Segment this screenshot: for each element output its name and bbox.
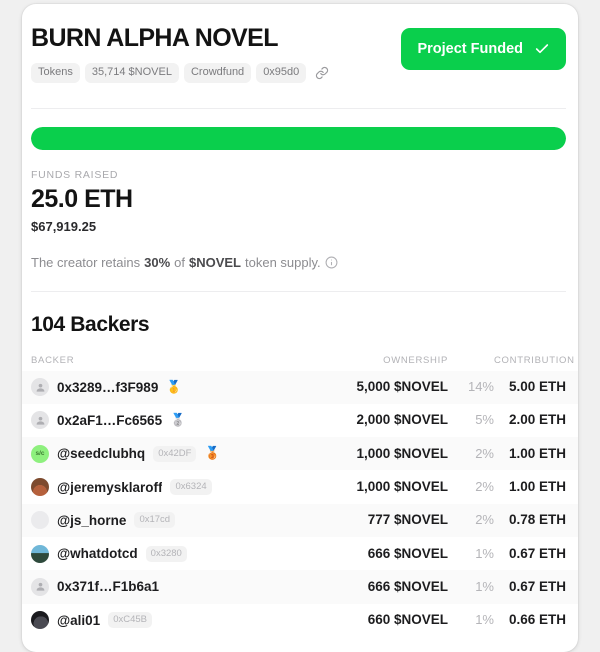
ownership-percent-cell: 1% [475,578,494,594]
contribution-cell: 5.00 ETH [508,379,566,395]
backer-address-chip[interactable]: 0x17cd [134,512,176,529]
ownership-cell: 777 $NOVEL [367,512,448,528]
backer-address-chip[interactable]: 0x3280 [145,545,187,562]
header-left: BURN ALPHA NOVEL Tokens 35,714 $NOVEL Cr… [31,24,329,83]
backer-address-chip[interactable]: 0x42DF [153,445,197,462]
backer-cell: @whatdotcd 0x3280 [22,544,308,563]
backer-address-chip[interactable]: 0xC45B [108,612,153,629]
rank-medal-icon: 🥇 [166,379,182,394]
funds-raised-eth: 25.0 ETH [31,185,133,213]
table-row[interactable]: 0x371f…F1b6a1 666 $NOVEL 1% 0.67 ETH [22,570,578,604]
contribution-cell: 0.67 ETH [508,578,566,594]
retain-prefix: The creator retains [31,254,141,270]
header-divider [31,108,566,109]
ownership-cell: 666 $NOVEL [367,578,448,594]
seedclub-logo-icon[interactable]: s/c [31,444,49,463]
table-row[interactable]: @ali01 0xC45B 660 $NOVEL 1% 0.66 ETH [22,604,578,637]
backer-cell: 0x2aF1…Fc6565 🥈 [22,411,308,430]
table-row[interactable]: 0x2aF1…Fc6565 🥈 2,000 $NOVEL 5% 2.00 ETH [22,404,578,437]
funding-progress-fill [31,127,566,150]
backer-address-chip[interactable]: 0x6324 [170,479,212,496]
backer-name: @seedclubhq [57,446,146,462]
table-row[interactable]: @js_horne 0x17cd 777 $NOVEL 2% 0.78 ETH [22,503,578,537]
backer-name: @jeremysklaroff [57,479,163,495]
backers-table-header: BACKER OWNERSHIP CONTRIBUTION [22,351,578,371]
chip-token-supply: 35,714 $NOVEL [84,63,179,83]
ownership-cell: 666 $NOVEL [367,545,448,561]
link-icon[interactable] [315,66,329,80]
user-photo-icon[interactable] [31,544,49,563]
page-title: BURN ALPHA NOVEL [31,24,278,52]
ownership-cell: 660 $NOVEL [367,612,448,628]
project-meta-chips: Tokens 35,714 $NOVEL Crowdfund 0x95d0 [31,63,329,83]
backer-cell: @js_horne 0x17cd [22,511,308,530]
backer-name: 0x2aF1…Fc6565 [57,412,163,428]
retain-token: $NOVEL [188,254,241,270]
ownership-percent-cell: 1% [475,612,494,628]
backer-name: 0x3289…f3F989 [57,379,159,395]
backer-cell: 0x3289…f3F989 🥇 [22,378,308,397]
ownership-percent-cell: 2% [475,512,494,528]
retain-middle: of [174,254,185,270]
backer-cell: @ali01 0xC45B [22,611,308,630]
project-card: BURN ALPHA NOVEL Tokens 35,714 $NOVEL Cr… [22,4,578,652]
contribution-cell: 2.00 ETH [508,412,566,428]
backer-name: @js_horne [57,512,127,528]
person-placeholder-icon[interactable] [31,411,49,430]
user-photo-icon[interactable] [31,611,49,630]
contribution-cell: 0.66 ETH [508,612,566,628]
ownership-percent-cell: 5% [475,412,494,428]
funds-raised-usd: $67,919.25 [31,218,97,234]
check-icon [535,44,549,54]
funding-progress-bar [31,127,566,150]
rank-medal-icon: 🥉 [204,446,221,461]
column-header-contribution: CONTRIBUTION [494,355,575,366]
backer-name: @ali01 [57,612,101,628]
ownership-cell: 1,000 $NOVEL [356,479,448,495]
funds-raised-label: FUNDS RAISED [31,169,119,181]
ownership-cell: 5,000 $NOVEL [356,379,448,395]
contribution-cell: 1.00 ETH [508,479,566,495]
info-icon[interactable] [325,256,338,269]
funded-button-label: Project Funded [417,41,523,57]
table-row[interactable]: @jeremysklaroff 0x6324 1,000 $NOVEL 2% 1.00 … [22,470,578,503]
contribution-cell: 0.78 ETH [508,512,566,528]
ownership-percent-cell: 2% [475,479,494,495]
funds-section: FUNDS RAISED 25.0 ETH $67,919.25 The cre… [22,150,578,270]
backer-name: 0x371f…F1b6a1 [57,579,160,595]
creator-retention-note: The creator retains 30% of $NOVEL token … [31,255,566,270]
backers-row-list: 0x3289…f3F989 🥇 5,000 $NOVEL 14% 5.00 ETH 0x2… [22,370,578,637]
user-photo-icon[interactable] [31,478,49,497]
backer-cell: 0x371f…F1b6a1 [22,577,308,596]
backers-table: BACKER OWNERSHIP CONTRIBUTION 0x3289…f3F… [22,351,578,637]
column-header-ownership: OWNERSHIP [383,355,448,366]
card-header: BURN ALPHA NOVEL Tokens 35,714 $NOVEL Cr… [22,4,578,83]
table-row[interactable]: @whatdotcd 0x3280 666 $NOVEL 1% 0.67 ETH [22,537,578,570]
chip-tokens: Tokens [31,63,80,83]
ownership-percent-cell: 2% [475,445,494,461]
ownership-cell: 1,000 $NOVEL [356,445,448,461]
contribution-cell: 0.67 ETH [508,545,566,561]
ownership-percent-cell: 14% [467,379,494,395]
contribution-cell: 1.00 ETH [508,445,566,461]
project-funded-button[interactable]: Project Funded [401,28,566,70]
chip-contract-address[interactable]: 0x95d0 [256,63,307,83]
backer-name: @whatdotcd [57,546,138,562]
person-placeholder-icon[interactable] [31,378,49,397]
retain-percent: 30% [144,254,171,270]
retain-suffix: token supply. [245,254,321,270]
table-row[interactable]: s/c @seedclubhq 0x42DF 🥉 1,000 $NOVEL 2% 1.00 … [22,437,578,471]
person-placeholder-icon[interactable] [31,577,49,596]
user-photo-icon[interactable] [31,511,49,530]
column-header-backer: BACKER [31,355,75,366]
chip-crowdfund: Crowdfund [183,63,252,83]
ownership-cell: 2,000 $NOVEL [356,412,448,428]
backer-cell: s/c @seedclubhq 0x42DF 🥉 [22,444,308,463]
rank-medal-icon: 🥈 [170,413,186,428]
backers-heading: 104 Backers [31,312,150,336]
table-row[interactable]: 0x3289…f3F989 🥇 5,000 $NOVEL 14% 5.00 ETH [22,370,578,404]
backer-cell: @jeremysklaroff 0x6324 [22,478,308,497]
ownership-percent-cell: 1% [475,545,494,561]
